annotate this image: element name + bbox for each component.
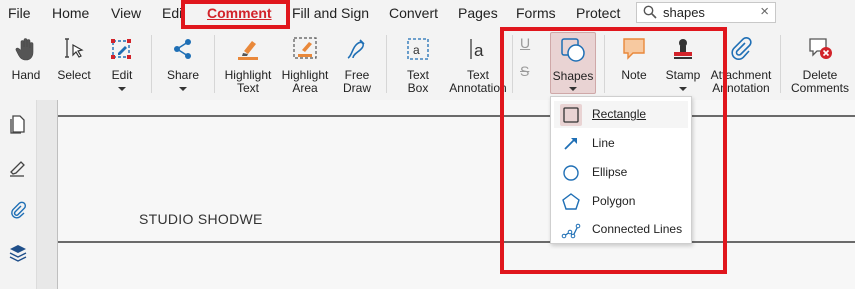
menu-pages[interactable]: Pages xyxy=(458,5,498,21)
pages-icon[interactable] xyxy=(8,114,28,134)
highlighter-icon xyxy=(238,41,258,60)
highlight-text-button[interactable]: Highlight Text xyxy=(220,27,276,100)
text-annotation-button[interactable]: a Text Annotation xyxy=(448,27,508,100)
comment-tab-highlight-box xyxy=(181,0,290,29)
svg-text:a: a xyxy=(474,41,484,60)
select-label: Select xyxy=(57,68,91,82)
page-rule-top xyxy=(58,115,855,117)
svg-text:a: a xyxy=(413,43,420,57)
highlight-area-button[interactable]: Highlight Area xyxy=(278,27,332,100)
menu-edit[interactable]: Edi xyxy=(162,5,182,21)
delete-comment-icon xyxy=(809,38,832,59)
left-navigation-panel xyxy=(0,100,37,289)
menu-bar: File Home View Edi Comment Fill and Sign… xyxy=(0,0,855,27)
ribbon-separator xyxy=(386,35,387,93)
document-text: STUDIO SHODWE xyxy=(139,211,263,227)
hand-label: Hand xyxy=(11,68,41,82)
pdf-page: STUDIO SHODWE xyxy=(57,100,855,289)
page-rule-bottom xyxy=(58,241,855,243)
free-draw-label: Free Draw xyxy=(342,68,371,95)
share-dropdown-caret[interactable] xyxy=(179,87,187,91)
menu-file[interactable]: File xyxy=(8,5,31,21)
highlight-area-icon xyxy=(293,37,317,59)
text-annotation-label: Text Annotation xyxy=(449,68,507,95)
ribbon-separator xyxy=(151,35,152,93)
delete-comments-label: Delete Comments xyxy=(790,68,849,95)
pen-draw-icon xyxy=(347,39,365,59)
ribbon-separator xyxy=(780,35,781,93)
select-tool-button[interactable]: Select xyxy=(52,27,96,100)
comments-list-icon[interactable] xyxy=(8,158,28,178)
share-icon xyxy=(174,39,191,59)
delete-comments-button[interactable]: Delete Comments xyxy=(786,27,854,100)
paperclip-icon xyxy=(731,36,752,60)
ribbon-separator xyxy=(214,35,215,93)
edit-label: Edit xyxy=(111,68,133,82)
document-viewport: STUDIO SHODWE xyxy=(37,100,855,289)
text-annotation-icon: a xyxy=(470,39,484,60)
edit-object-icon xyxy=(111,39,131,59)
layers-icon[interactable] xyxy=(8,243,28,263)
menu-home[interactable]: Home xyxy=(52,5,89,21)
text-box-icon: a xyxy=(407,38,429,60)
hand-tool-button[interactable]: Hand xyxy=(0,27,52,100)
menu-protect[interactable]: Protect xyxy=(576,5,620,21)
search-input[interactable] xyxy=(663,4,753,21)
free-draw-button[interactable]: Free Draw xyxy=(334,27,380,100)
share-label: Share xyxy=(166,68,200,82)
attachments-icon[interactable] xyxy=(8,201,28,221)
highlight-text-label: Highlight Text xyxy=(224,68,272,95)
menu-fill-and-sign[interactable]: Fill and Sign xyxy=(292,5,369,21)
select-text-icon xyxy=(65,38,84,58)
share-button[interactable]: Share xyxy=(158,27,208,100)
clear-search-icon[interactable]: × xyxy=(760,3,769,20)
text-box-label: Text Box xyxy=(406,68,429,95)
search-icon xyxy=(643,5,657,19)
edit-dropdown-caret[interactable] xyxy=(118,87,126,91)
search-box[interactable]: × xyxy=(636,2,776,23)
shapes-menu-highlight-box xyxy=(500,27,727,274)
menu-forms[interactable]: Forms xyxy=(516,5,556,21)
text-box-button[interactable]: a Text Box xyxy=(396,27,440,100)
menu-convert[interactable]: Convert xyxy=(389,5,438,21)
hand-icon xyxy=(15,38,34,61)
edit-tool-button[interactable]: Edit xyxy=(100,27,144,100)
highlight-area-label: Highlight Area xyxy=(281,68,329,95)
menu-view[interactable]: View xyxy=(111,5,141,21)
